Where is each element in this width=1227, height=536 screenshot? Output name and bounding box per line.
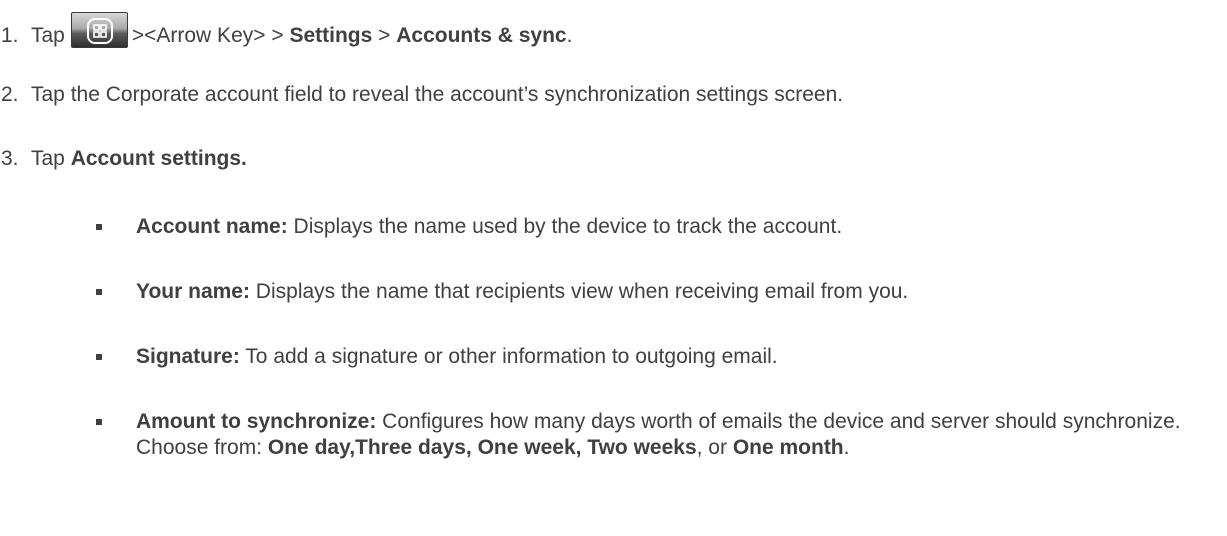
step-3: 3. Tap Account settings.: [0, 146, 247, 172]
bullet-description: Displays the name used by the device to …: [287, 215, 843, 238]
step-text: Tap: [31, 147, 71, 170]
step-1: 1. Tap ><Arrow Key> > Settings > Accounts …: [0, 12, 572, 49]
step-text: >: [372, 24, 397, 47]
bullet-term: Signature:: [136, 345, 240, 368]
step-bold-text: Account settings.: [70, 147, 247, 170]
bullet-icon: [96, 224, 102, 230]
bullet-icon: [96, 419, 102, 425]
bullet-description: Displays the name that recipients view w…: [249, 280, 909, 303]
bullet-term: Account name:: [136, 215, 288, 238]
step-number: 2.: [1, 83, 19, 106]
bullet-icon: [96, 354, 102, 360]
bullet-option: One day,Three days, One week, Two weeks: [267, 436, 697, 459]
bullet-icon: [96, 289, 102, 295]
step-number: 1.: [1, 24, 19, 47]
step-text: Tap the Corporate account field to revea…: [31, 83, 844, 106]
bullet-description: .: [843, 436, 850, 459]
bullet-description: To add a signature or other information …: [239, 345, 778, 368]
bullet-term: Your name:: [136, 280, 250, 303]
step-bold-text: Accounts & sync: [396, 24, 567, 47]
bullet-description: , or: [696, 436, 733, 459]
step-text: Tap: [31, 24, 65, 47]
step-2: 2. Tap the Corporate account field to rev…: [0, 82, 843, 108]
home-key-icon: [70, 12, 128, 48]
step-text: .: [566, 24, 573, 47]
step-number: 3.: [1, 147, 19, 170]
step-text: ><Arrow Key> >: [131, 24, 290, 47]
bullet-term: Amount to synchronize:: [136, 410, 377, 433]
step-bold-text: Settings: [289, 24, 373, 47]
bullet-option: One month: [732, 436, 844, 459]
